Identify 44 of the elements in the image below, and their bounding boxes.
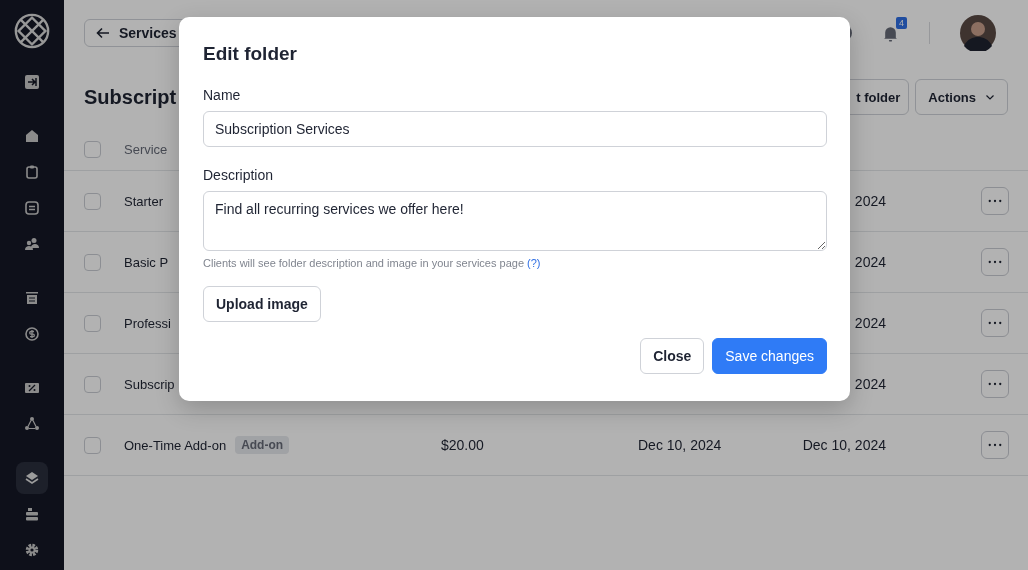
- hint-text: Clients will see folder description and image in your services page: [203, 257, 524, 269]
- close-button[interactable]: Close: [640, 338, 705, 374]
- date-cell: 2024: [854, 315, 886, 331]
- date-cell: 2024: [854, 376, 886, 392]
- page-title: Subscript: [84, 85, 177, 109]
- service-name: Professi: [124, 315, 171, 331]
- row-checkbox[interactable]: [84, 253, 101, 271]
- more-icon: [988, 199, 1002, 203]
- row-checkbox[interactable]: [84, 375, 101, 393]
- date-cell: Dec 10, 2024: [802, 437, 886, 453]
- name-field[interactable]: Subscription Services: [203, 111, 827, 147]
- row-checkbox[interactable]: [84, 436, 101, 454]
- layers-icon[interactable]: [16, 462, 48, 494]
- logo-icon[interactable]: [12, 12, 52, 50]
- service-name: Subscrip: [124, 376, 175, 392]
- notification-badge: 4: [896, 16, 907, 29]
- chevron-down-icon: [985, 92, 995, 102]
- more-icon: [988, 382, 1002, 386]
- back-arrow-icon: [95, 25, 111, 41]
- actions-button[interactable]: Actions: [915, 79, 1008, 115]
- service-tag: Add-on: [235, 436, 290, 454]
- column-header: Service: [124, 141, 168, 157]
- bell-icon[interactable]: [882, 24, 899, 42]
- service-name: Basic P: [124, 254, 169, 270]
- price-cell: $20.00: [441, 437, 484, 453]
- more-icon: [988, 443, 1002, 447]
- date-cell: 2024: [854, 254, 886, 270]
- select-all-checkbox[interactable]: [84, 140, 101, 158]
- help-link[interactable]: (?): [527, 257, 541, 269]
- avatar[interactable]: [960, 15, 996, 51]
- field-label: Name: [203, 87, 242, 103]
- row-checkbox[interactable]: [84, 192, 101, 210]
- service-name: One-Time Add-on: [124, 437, 227, 453]
- more-icon: [988, 260, 1002, 264]
- more-icon: [988, 321, 1002, 325]
- row-checkbox[interactable]: [84, 314, 101, 332]
- date-cell: 2024: [854, 193, 886, 209]
- dialog-title: Edit folder: [203, 43, 298, 65]
- service-name: Starter: [124, 193, 163, 209]
- field-label: Description: [203, 167, 275, 183]
- date-cell: Dec 10, 2024: [638, 437, 722, 453]
- description-field[interactable]: Find all recurring services we offer here!: [203, 191, 827, 251]
- upload-image-button[interactable]: Upload image: [203, 286, 321, 322]
- save-changes-button[interactable]: Save changes: [712, 338, 827, 374]
